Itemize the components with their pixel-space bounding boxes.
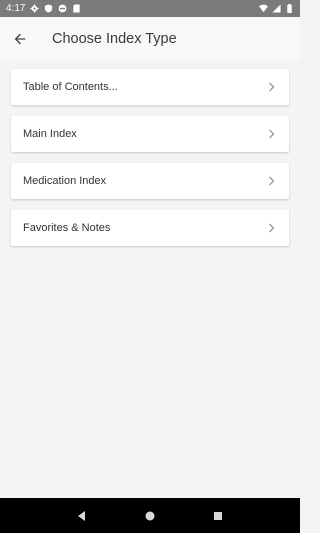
chevron-right-icon bbox=[267, 223, 277, 233]
list-item-label: Main Index bbox=[23, 128, 77, 140]
wifi-icon bbox=[259, 4, 268, 13]
no-disturb-icon bbox=[58, 4, 67, 13]
chevron-right-icon bbox=[267, 129, 277, 139]
chevron-right-icon bbox=[267, 176, 277, 186]
status-right bbox=[259, 4, 294, 13]
list-item-favorites-notes[interactable]: Favorites & Notes bbox=[11, 210, 289, 246]
recents-square-icon bbox=[214, 511, 222, 520]
status-left: 4:17 bbox=[6, 3, 81, 14]
chevron-right-icon bbox=[267, 82, 277, 92]
nav-recents-button[interactable] bbox=[207, 505, 229, 527]
list-item-medication-index[interactable]: Medication Index bbox=[11, 163, 289, 199]
list-item-label: Table of Contents... bbox=[23, 81, 118, 93]
signal-icon bbox=[272, 4, 281, 13]
page-title: Choose Index Type bbox=[52, 30, 177, 47]
list-item-table-of-contents[interactable]: Table of Contents... bbox=[11, 69, 289, 105]
list-item-label: Medication Index bbox=[23, 175, 107, 187]
system-nav-bar bbox=[0, 498, 300, 533]
app-bar: Choose Index Type bbox=[0, 17, 300, 60]
nav-back-button[interactable] bbox=[71, 505, 93, 527]
gear-icon bbox=[30, 4, 40, 13]
nav-home-button[interactable] bbox=[139, 505, 161, 527]
list-item-main-index[interactable]: Main Index bbox=[11, 116, 289, 152]
sd-card-icon bbox=[72, 4, 81, 13]
arrow-left-icon bbox=[14, 33, 26, 44]
back-button[interactable] bbox=[0, 17, 40, 60]
back-triangle-icon bbox=[78, 510, 85, 521]
battery-icon bbox=[285, 4, 294, 13]
status-bar: 4:17 bbox=[0, 0, 300, 17]
list-item-label: Favorites & Notes bbox=[23, 222, 111, 234]
index-type-list: Table of Contents... Main Index Medicati… bbox=[11, 69, 289, 257]
status-time: 4:17 bbox=[6, 3, 26, 14]
home-circle-icon bbox=[145, 511, 155, 520]
shield-icon bbox=[44, 4, 53, 13]
